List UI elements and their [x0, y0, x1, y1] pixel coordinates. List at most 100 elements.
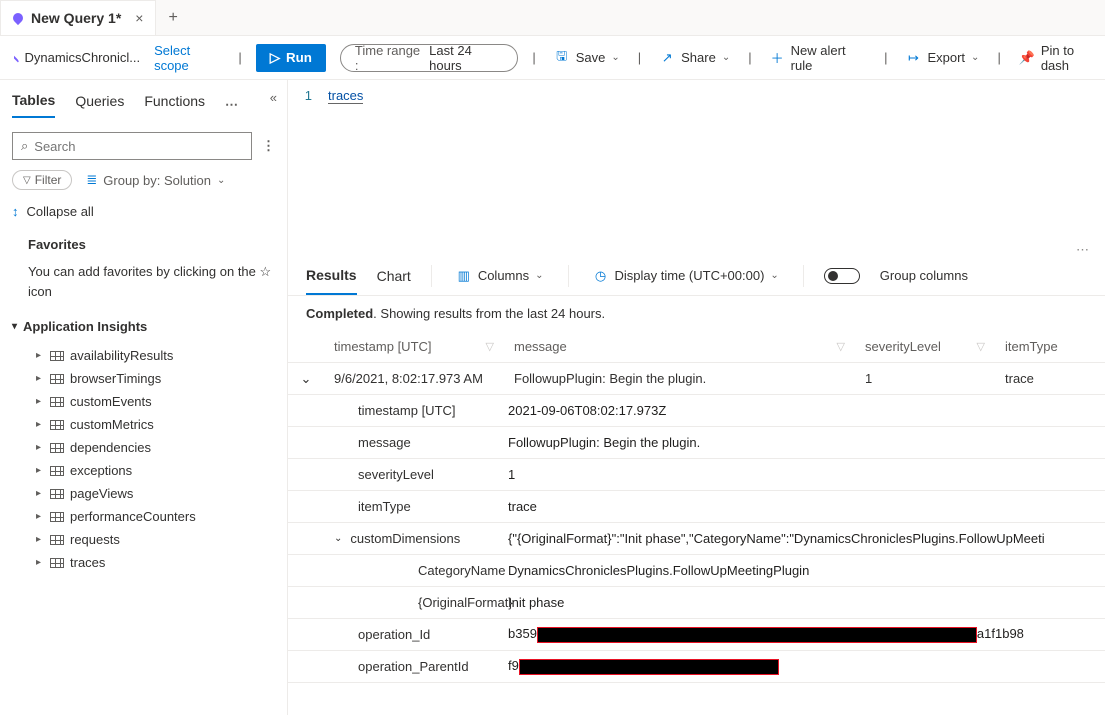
detail-row: itemTypetrace	[288, 491, 1105, 523]
table-icon	[50, 535, 64, 545]
table-icon	[50, 374, 64, 384]
tree-item[interactable]: ▸ pageViews	[12, 482, 275, 505]
separator: |	[748, 50, 751, 65]
display-time-button[interactable]: ◷ Display time (UTC+00:00) ⌄	[589, 268, 783, 284]
tree-item[interactable]: ▸availabilityResults	[12, 344, 275, 367]
col-message[interactable]: message▽	[504, 333, 855, 360]
tree-item-label: pageViews	[70, 486, 133, 501]
col-severity[interactable]: severityLevel▽	[855, 333, 995, 360]
filter-icon[interactable]: ▽	[837, 340, 845, 353]
more-icon[interactable]: ⋯	[225, 97, 238, 113]
table-icon	[50, 489, 64, 499]
tree-section-appinsights[interactable]: ▾ Application Insights	[12, 319, 275, 334]
time-value: Last 24 hours	[429, 43, 503, 73]
col-itemtype[interactable]: itemType	[995, 333, 1105, 360]
tab-queries[interactable]: Queries	[75, 93, 124, 117]
left-tabs: Tables Queries Functions ⋯	[12, 92, 275, 118]
query-text[interactable]: traces	[328, 88, 363, 104]
search-field[interactable]	[34, 139, 243, 154]
chevron-down-icon[interactable]: ⌄	[334, 533, 342, 544]
results-toolbar: Results Chart ▥ Columns ⌄ ◷ Display time…	[288, 256, 1105, 296]
chevron-right-icon: ▸	[36, 511, 44, 522]
filter-icon: ▽	[23, 175, 31, 186]
add-tab-button[interactable]: +	[156, 9, 189, 27]
collapse-all-button[interactable]: ↕ Collapse all	[12, 204, 275, 219]
search-icon: ⌕	[21, 138, 28, 154]
scope-picker[interactable]: DynamicsChronicl...	[14, 50, 140, 65]
save-button[interactable]: 🖫 Save ⌄	[550, 50, 624, 66]
resize-handle[interactable]	[288, 250, 1105, 256]
tree-item[interactable]: ▸customMetrics	[12, 413, 275, 436]
columns-button[interactable]: ▥ Columns ⌄	[452, 268, 548, 284]
export-button[interactable]: ↦ Export ⌄	[901, 50, 983, 66]
tree-item-label: dependencies	[70, 440, 151, 455]
new-alert-button[interactable]: ＋ New alert rule	[766, 43, 870, 73]
tree-item[interactable]: ▸customEvents	[12, 390, 275, 413]
tree-item[interactable]: ▸ traces	[12, 551, 275, 574]
run-button[interactable]: ▷ Run	[256, 44, 326, 72]
tab-tables[interactable]: Tables	[12, 92, 55, 118]
close-icon[interactable]: ×	[135, 10, 143, 26]
query-tab[interactable]: New Query 1* ×	[0, 0, 156, 35]
cell-timestamp: 9/6/2021, 8:02:17.973 AM	[324, 365, 504, 392]
toolbar: DynamicsChronicl... Select scope | ▷ Run…	[0, 36, 1105, 80]
filter-icon[interactable]: ▽	[486, 340, 494, 353]
share-button[interactable]: ↗ Share ⌄	[655, 50, 734, 66]
time-range-picker[interactable]: Time range : Last 24 hours	[340, 44, 518, 72]
tab-chart[interactable]: Chart	[377, 258, 411, 294]
chevron-right-icon: ▸	[36, 396, 44, 407]
chevron-down-icon: ⌄	[611, 52, 619, 63]
chevron-right-icon: ▸	[36, 557, 44, 568]
detail-row[interactable]: ⌄customDimensions {"{OriginalFormat}":"I…	[288, 523, 1105, 555]
results-grid: timestamp [UTC]▽ message▽ severityLevel▽…	[288, 331, 1105, 683]
select-scope-link[interactable]: Select scope	[154, 43, 224, 73]
detail-row: messageFollowupPlugin: Begin the plugin.	[288, 427, 1105, 459]
filter-button[interactable]: ▽ Filter	[12, 170, 72, 190]
expand-row-icon[interactable]: ⌄	[288, 365, 324, 393]
detail-row: {OriginalFormat}Init phase	[288, 587, 1105, 619]
favorites-hint: You can add favorites by clicking on the…	[12, 262, 275, 301]
tree-item-label: traces	[70, 555, 105, 570]
tab-results[interactable]: Results	[306, 257, 357, 295]
redacted	[519, 659, 779, 675]
left-panel: « Tables Queries Functions ⋯ ⌕ ⋮ ▽ Filte…	[0, 80, 288, 715]
tree-item[interactable]: ▸dependencies	[12, 436, 275, 459]
group-columns-toggle[interactable]	[824, 268, 860, 284]
status-bar: Completed. Showing results from the last…	[288, 296, 1105, 331]
col-timestamp[interactable]: timestamp [UTC]▽	[324, 333, 504, 360]
list-icon: ≣	[86, 172, 97, 188]
time-label: Time range :	[355, 43, 423, 73]
detail-row: operation_Id b359a1f1b98	[288, 619, 1105, 651]
collapse-panel-icon[interactable]: «	[270, 90, 277, 105]
chevron-down-icon: ⌄	[535, 270, 543, 281]
cell-severity: 1	[855, 365, 995, 392]
table-icon	[50, 443, 64, 453]
tree-item[interactable]: ▸exceptions	[12, 459, 275, 482]
collapse-icon: ↕	[12, 204, 19, 219]
table-row[interactable]: ⌄ 9/6/2021, 8:02:17.973 AM FollowupPlugi…	[288, 363, 1105, 395]
plus-icon: ＋	[770, 50, 785, 66]
filter-icon[interactable]: ▽	[977, 340, 985, 353]
chevron-right-icon: ▸	[36, 488, 44, 499]
separator	[568, 265, 569, 287]
table-icon	[50, 397, 64, 407]
detail-row: operation_ParentId f9	[288, 651, 1105, 683]
tree-item-label: requests	[70, 532, 120, 547]
tree-item[interactable]: ▸performanceCounters	[12, 505, 275, 528]
groupby-button[interactable]: ≣ Group by: Solution ⌄	[86, 172, 225, 188]
detail-row: timestamp [UTC]2021-09-06T08:02:17.973Z	[288, 395, 1105, 427]
chevron-down-icon: ⌄	[722, 52, 730, 63]
table-icon	[50, 351, 64, 361]
query-editor[interactable]: 1 traces	[288, 80, 1105, 250]
tree-item[interactable]: ▸requests	[12, 528, 275, 551]
run-label: Run	[286, 50, 312, 65]
tab-title: New Query 1*	[31, 10, 121, 26]
search-more-icon[interactable]: ⋮	[262, 138, 275, 154]
pin-button[interactable]: 📌 Pin to dash	[1015, 43, 1105, 73]
save-icon: 🖫	[554, 50, 570, 66]
chevron-down-icon: ⌄	[217, 175, 225, 186]
tab-functions[interactable]: Functions	[144, 93, 205, 117]
search-input[interactable]: ⌕	[12, 132, 252, 160]
chevron-right-icon: ▸	[36, 419, 44, 430]
tree-item[interactable]: ▸browserTimings	[12, 367, 275, 390]
